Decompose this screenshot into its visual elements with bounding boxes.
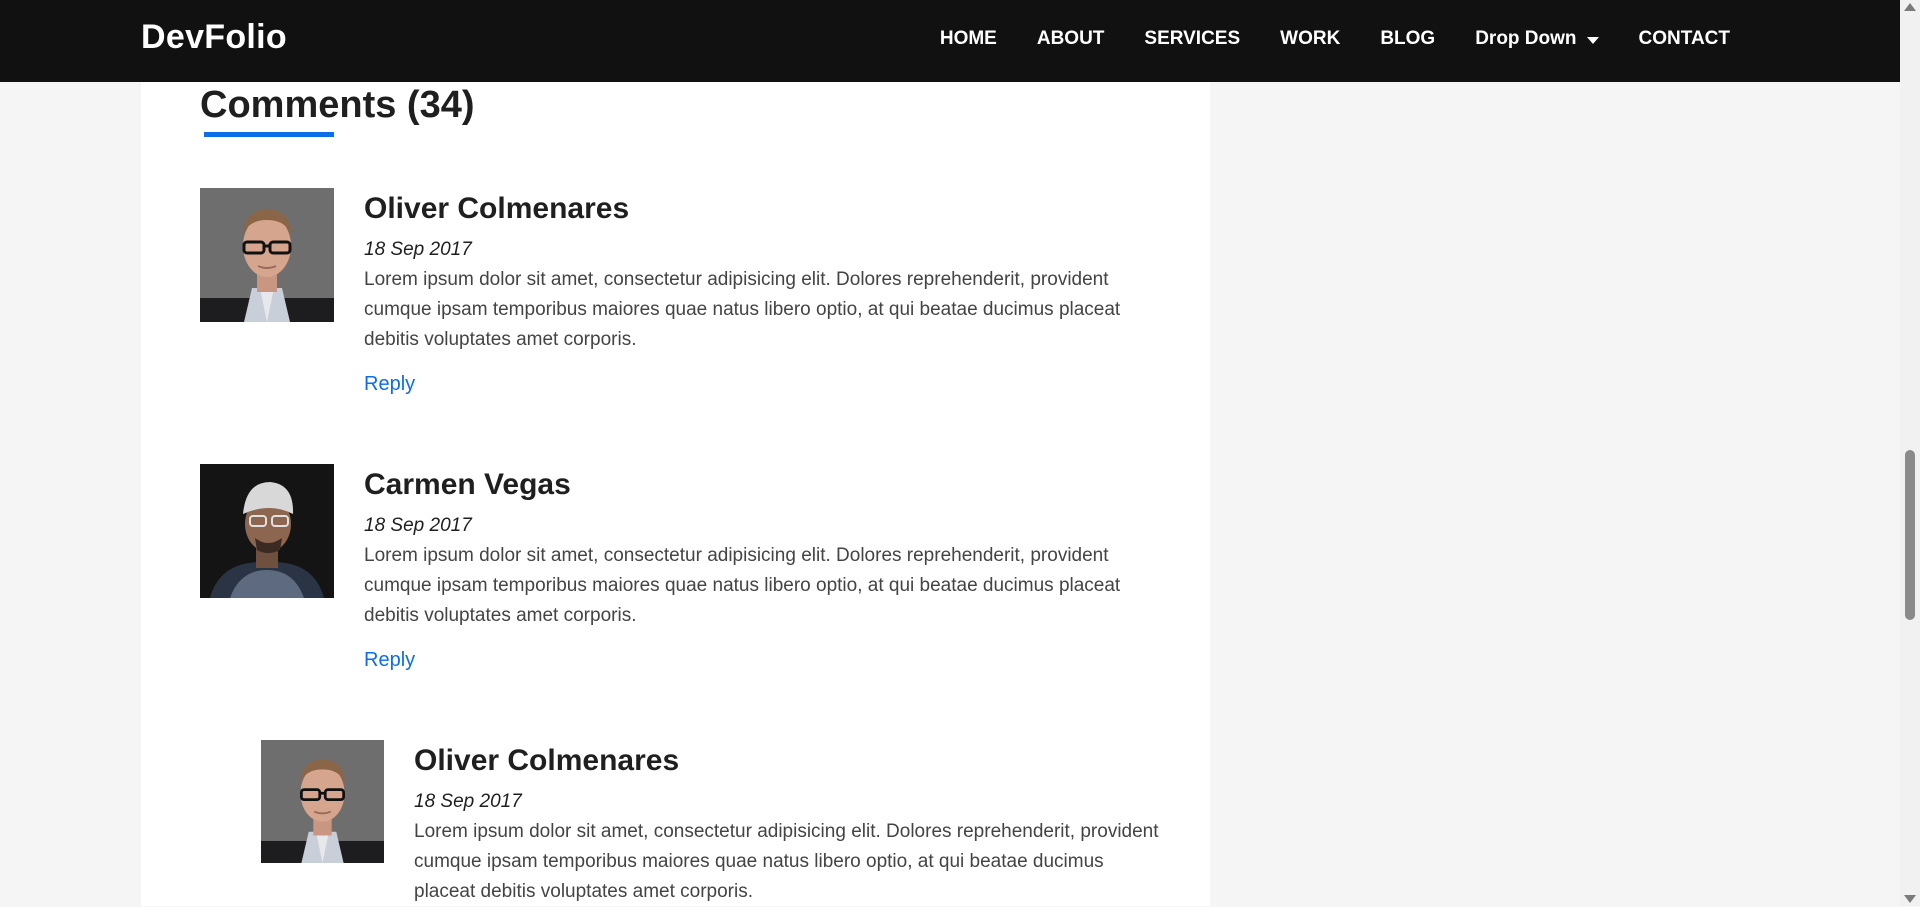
- nav-services-link[interactable]: SERVICES: [1144, 28, 1240, 50]
- comment-text: Lorem ipsum dolor sit amet, consectetur …: [364, 269, 1121, 350]
- man-with-glasses-icon: [261, 740, 384, 863]
- page-scrollbar[interactable]: [1900, 0, 1920, 906]
- nav-about-label: ABOUT: [1036, 28, 1105, 49]
- nav-dropdown-toggle[interactable]: Drop Down: [1475, 28, 1599, 50]
- nav-blog-label: BLOG: [1380, 28, 1436, 49]
- comment-date: 18 Sep 2017: [364, 515, 472, 536]
- site-navbar: DevFolio HOME ABOUT SERVICES WORK BLOG D…: [0, 0, 1900, 82]
- nav-dropdown-label: Drop Down: [1475, 28, 1577, 49]
- avatar-photo: [261, 740, 384, 863]
- comment-body: Carmen Vegas 18 Sep 2017 Lorem ipsum dol…: [364, 464, 1154, 672]
- comment-date: 18 Sep 2017: [414, 791, 522, 812]
- comments-card: Comments (34) Oliver Colmenares 18 Sep 2…: [141, 82, 1210, 906]
- reply-link[interactable]: Reply: [364, 649, 415, 672]
- nav-work-link[interactable]: WORK: [1280, 28, 1340, 50]
- nav-about-link[interactable]: ABOUT: [1037, 28, 1105, 50]
- nav-work-label: WORK: [1280, 28, 1341, 49]
- nav-blog-link[interactable]: BLOG: [1380, 28, 1435, 50]
- scrollbar-thumb[interactable]: [1905, 450, 1915, 620]
- main-nav: HOME ABOUT SERVICES WORK BLOG Drop Down …: [940, 28, 1730, 50]
- comment-body: Oliver Colmenares 18 Sep 2017 Lorem ipsu…: [414, 740, 1159, 907]
- comment-date: 18 Sep 2017: [364, 239, 472, 260]
- title-underline: [204, 132, 334, 137]
- brand-logo[interactable]: DevFolio: [141, 18, 287, 57]
- comment-body: Oliver Colmenares 18 Sep 2017 Lorem ipsu…: [364, 188, 1154, 396]
- avatar-photo: [200, 464, 334, 598]
- comment-text: Lorem ipsum dolor sit amet, consectetur …: [364, 545, 1121, 626]
- caret-down-icon: [1586, 36, 1599, 44]
- man-with-glasses-icon: [200, 188, 334, 322]
- avatar-photo: [200, 188, 334, 322]
- scroll-up-arrow-icon[interactable]: [1904, 3, 1916, 11]
- comment-author: Oliver Colmenares: [364, 192, 630, 225]
- comment-text: Lorem ipsum dolor sit amet, consectetur …: [414, 821, 1159, 902]
- nav-services-label: SERVICES: [1144, 28, 1241, 49]
- nav-home-link[interactable]: HOME: [940, 28, 997, 50]
- nav-contact-link[interactable]: CONTACT: [1639, 28, 1730, 50]
- comment-author: Carmen Vegas: [364, 468, 571, 501]
- scroll-down-arrow-icon[interactable]: [1904, 895, 1916, 903]
- reply-link[interactable]: Reply: [364, 373, 415, 396]
- comment-author: Oliver Colmenares: [414, 744, 680, 777]
- nav-contact-label: CONTACT: [1638, 28, 1730, 49]
- man-in-beanie-icon: [200, 464, 334, 598]
- comments-title: Comments (34): [200, 84, 475, 126]
- nav-home-label: HOME: [939, 28, 997, 49]
